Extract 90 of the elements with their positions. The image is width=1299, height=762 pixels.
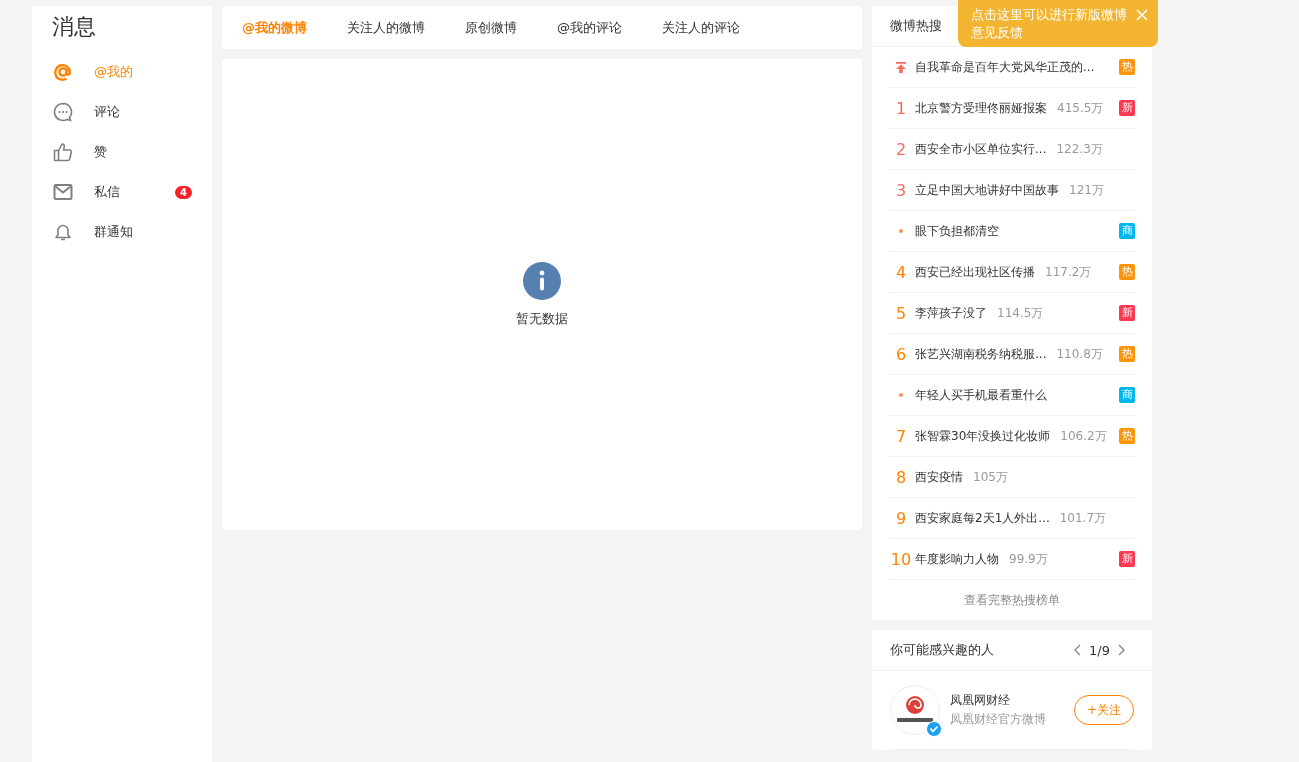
hot-search-item[interactable]: 3 立足中国大地讲好中国故事 121万 bbox=[889, 170, 1135, 211]
hot-search-item[interactable]: 10 年度影响力人物 99.9万 新 bbox=[889, 539, 1135, 580]
hot-search-title: 西安疫情 bbox=[915, 468, 963, 486]
sidebar-item[interactable]: 评论 bbox=[32, 92, 212, 132]
sidebar-item[interactable]: 私信 4 bbox=[32, 172, 212, 212]
hot-tag: 热 bbox=[1119, 59, 1135, 75]
thumbs-up-icon bbox=[53, 142, 73, 162]
hot-search-title: 北京警方受理佟丽娅报案 bbox=[915, 99, 1047, 117]
hot-tag: 热 bbox=[1119, 428, 1135, 444]
rank-number: 5 bbox=[895, 303, 907, 323]
promoted-dot-icon bbox=[899, 229, 903, 233]
unread-count-badge: 4 bbox=[175, 185, 192, 199]
hot-tag: 热 bbox=[1119, 346, 1135, 362]
tab[interactable]: 关注人的评论 bbox=[662, 18, 760, 37]
hot-search-title: 西安全市小区单位实行... bbox=[915, 140, 1047, 158]
hot-search-item[interactable]: 4 西安已经出现社区传播 117.2万 热 bbox=[889, 252, 1135, 293]
user-description: 凤凰财经官方微博 bbox=[950, 711, 1046, 728]
hot-search-item[interactable]: 2 西安全市小区单位实行... 122.3万 bbox=[889, 129, 1135, 170]
tooltip-text: 点击这里可以进行新版微博意见反馈 bbox=[971, 6, 1128, 42]
hot-search-item[interactable]: 年轻人买手机最看重什么 商 bbox=[889, 375, 1135, 416]
hot-search-item[interactable]: 5 李萍孩子没了 114.5万 新 bbox=[889, 293, 1135, 334]
envelope-icon bbox=[53, 182, 73, 202]
hot-search-title: 张智霖30年没换过化妆师 bbox=[915, 427, 1051, 445]
search-count: 117.2万 bbox=[1045, 263, 1092, 281]
next-icon[interactable] bbox=[1118, 644, 1126, 656]
rank-number: 1 bbox=[895, 98, 907, 118]
hot-search-item[interactable]: 1 北京警方受理佟丽娅报案 415.5万 新 bbox=[889, 88, 1135, 129]
empty-message: 暂无数据 bbox=[516, 309, 568, 328]
info-icon bbox=[523, 261, 561, 300]
hot-search-title: 张艺兴湖南税务纳税服... bbox=[915, 345, 1047, 363]
hot-search-item[interactable]: 6 张艺兴湖南税务纳税服... 110.8万 热 bbox=[889, 334, 1135, 375]
sidebar-item[interactable]: 群通知 bbox=[32, 212, 212, 252]
sidebar-item-label: @我的 bbox=[94, 63, 133, 81]
rank-number: 9 bbox=[895, 508, 907, 528]
sidebar-title: 消息 bbox=[51, 13, 97, 41]
rank-number: 8 bbox=[895, 467, 907, 487]
sidebar-item[interactable]: 赞 bbox=[32, 132, 212, 172]
hot-search-title: 西安家庭每2天1人外出... bbox=[915, 509, 1050, 527]
search-count: 121万 bbox=[1069, 181, 1104, 199]
promoted-dot-icon bbox=[899, 393, 903, 397]
hot-tag: 商 bbox=[1119, 223, 1135, 239]
card-title: 你可能感兴趣的人 bbox=[890, 641, 994, 659]
search-count: 122.3万 bbox=[1056, 140, 1103, 158]
sidebar-item-label: 赞 bbox=[94, 143, 107, 161]
hot-tag: 新 bbox=[1119, 551, 1135, 567]
hot-tag: 新 bbox=[1119, 100, 1135, 116]
sidebar-item-label: 群通知 bbox=[94, 223, 133, 241]
at-sign-icon bbox=[53, 62, 73, 82]
close-icon[interactable] bbox=[1136, 9, 1148, 21]
rank-number: 6 bbox=[895, 344, 907, 364]
hot-search-title: 眼下负担都清空 bbox=[915, 222, 999, 240]
hot-tag: 热 bbox=[1119, 264, 1135, 280]
rank-number: 7 bbox=[895, 426, 907, 446]
user-name[interactable]: 凤凰网财经 bbox=[950, 692, 1046, 709]
avatar[interactable] bbox=[890, 685, 940, 735]
hot-search-title: 年轻人买手机最看重什么 bbox=[915, 386, 1047, 404]
hot-search-title: 年度影响力人物 bbox=[915, 550, 999, 568]
rank-number: 10 bbox=[890, 549, 912, 569]
pinned-arrow-icon bbox=[895, 61, 907, 73]
rank-number: 2 bbox=[895, 139, 907, 159]
hot-search-item[interactable]: 9 西安家庭每2天1人外出... 101.7万 bbox=[889, 498, 1135, 539]
bell-icon bbox=[53, 222, 73, 242]
hot-search-item[interactable]: 眼下负担都清空 商 bbox=[889, 211, 1135, 252]
rank-number: 4 bbox=[895, 262, 907, 282]
card-title: 微博热搜 bbox=[890, 17, 942, 35]
hot-search-item[interactable]: 8 西安疫情 105万 bbox=[889, 457, 1135, 498]
previous-icon[interactable] bbox=[1073, 644, 1082, 656]
tab[interactable]: 关注人的微博 bbox=[347, 18, 445, 37]
hot-search-item[interactable]: 7 张智霖30年没换过化妆师 106.2万 热 bbox=[889, 416, 1135, 457]
hot-search-title: 李萍孩子没了 bbox=[915, 304, 987, 322]
tab[interactable]: @我的评论 bbox=[557, 18, 642, 37]
rank-number: 3 bbox=[895, 180, 907, 200]
search-count: 99.9万 bbox=[1009, 550, 1048, 568]
search-count: 101.7万 bbox=[1059, 509, 1107, 527]
search-count: 105万 bbox=[973, 468, 1008, 486]
hot-tag: 新 bbox=[1119, 305, 1135, 321]
search-count: 106.2万 bbox=[1060, 427, 1107, 445]
search-count: 114.5万 bbox=[997, 304, 1044, 322]
hot-tag: 商 bbox=[1119, 387, 1135, 403]
comment-icon bbox=[53, 102, 73, 122]
tab[interactable]: 原创微博 bbox=[465, 18, 537, 37]
hot-search-title: 自我革命是百年大党风华正茂的... bbox=[915, 58, 1095, 76]
sidebar-item-label: 评论 bbox=[94, 103, 120, 121]
page-indicator: 1/9 bbox=[1089, 642, 1110, 658]
hot-search-title: 西安已经出现社区传播 bbox=[915, 263, 1035, 281]
view-full-list-link[interactable]: 查看完整热搜榜单 bbox=[872, 580, 1152, 620]
search-count: 415.5万 bbox=[1057, 99, 1104, 117]
sidebar-item-label: 私信 bbox=[94, 183, 120, 201]
hot-search-title: 立足中国大地讲好中国故事 bbox=[915, 181, 1059, 199]
search-count: 110.8万 bbox=[1056, 345, 1103, 363]
